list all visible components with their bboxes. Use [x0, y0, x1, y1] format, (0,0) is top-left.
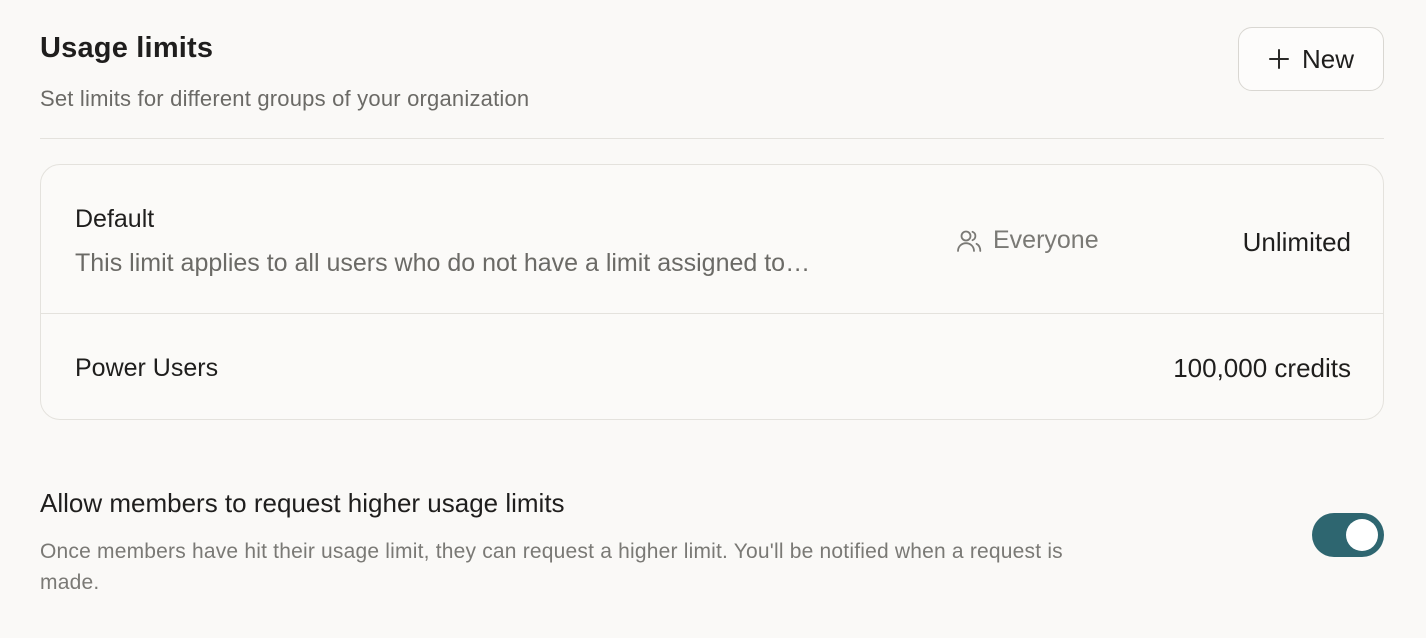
request-higher-limits-toggle[interactable] — [1312, 513, 1384, 557]
limit-row-power-users[interactable]: Power Users 100,000 credits — [41, 314, 1383, 419]
new-limit-button[interactable]: New — [1238, 27, 1384, 91]
page-title: Usage limits — [40, 32, 214, 64]
request-higher-limits-setting: Allow members to request higher usage li… — [40, 488, 1384, 598]
usage-limits-page: Usage limits Set limits for different gr… — [0, 0, 1426, 638]
limit-description: This limit applies to all users who do n… — [75, 249, 811, 277]
limit-name: Default — [75, 205, 155, 233]
new-button-label: New — [1301, 43, 1354, 74]
plus-icon — [1268, 48, 1290, 70]
header-divider — [40, 138, 1384, 139]
limit-value: 100,000 credits — [1173, 353, 1351, 383]
limit-group: Everyone — [955, 226, 1099, 255]
usage-limits-header: Usage limits Set limits for different gr… — [40, 27, 1384, 111]
limits-list: Default This limit applies to all users … — [40, 164, 1384, 420]
setting-description: Once members have hit their usage limit,… — [40, 540, 1063, 594]
setting-title: Allow members to request higher usage li… — [40, 488, 565, 518]
limit-name: Power Users — [75, 354, 219, 382]
limit-row-default[interactable]: Default This limit applies to all users … — [41, 165, 1383, 314]
limit-group-label: Everyone — [993, 226, 1099, 254]
page-subtitle: Set limits for different groups of your … — [40, 86, 530, 111]
users-icon — [957, 230, 982, 252]
limit-value: Unlimited — [1242, 227, 1351, 257]
toggle-knob — [1346, 519, 1378, 551]
